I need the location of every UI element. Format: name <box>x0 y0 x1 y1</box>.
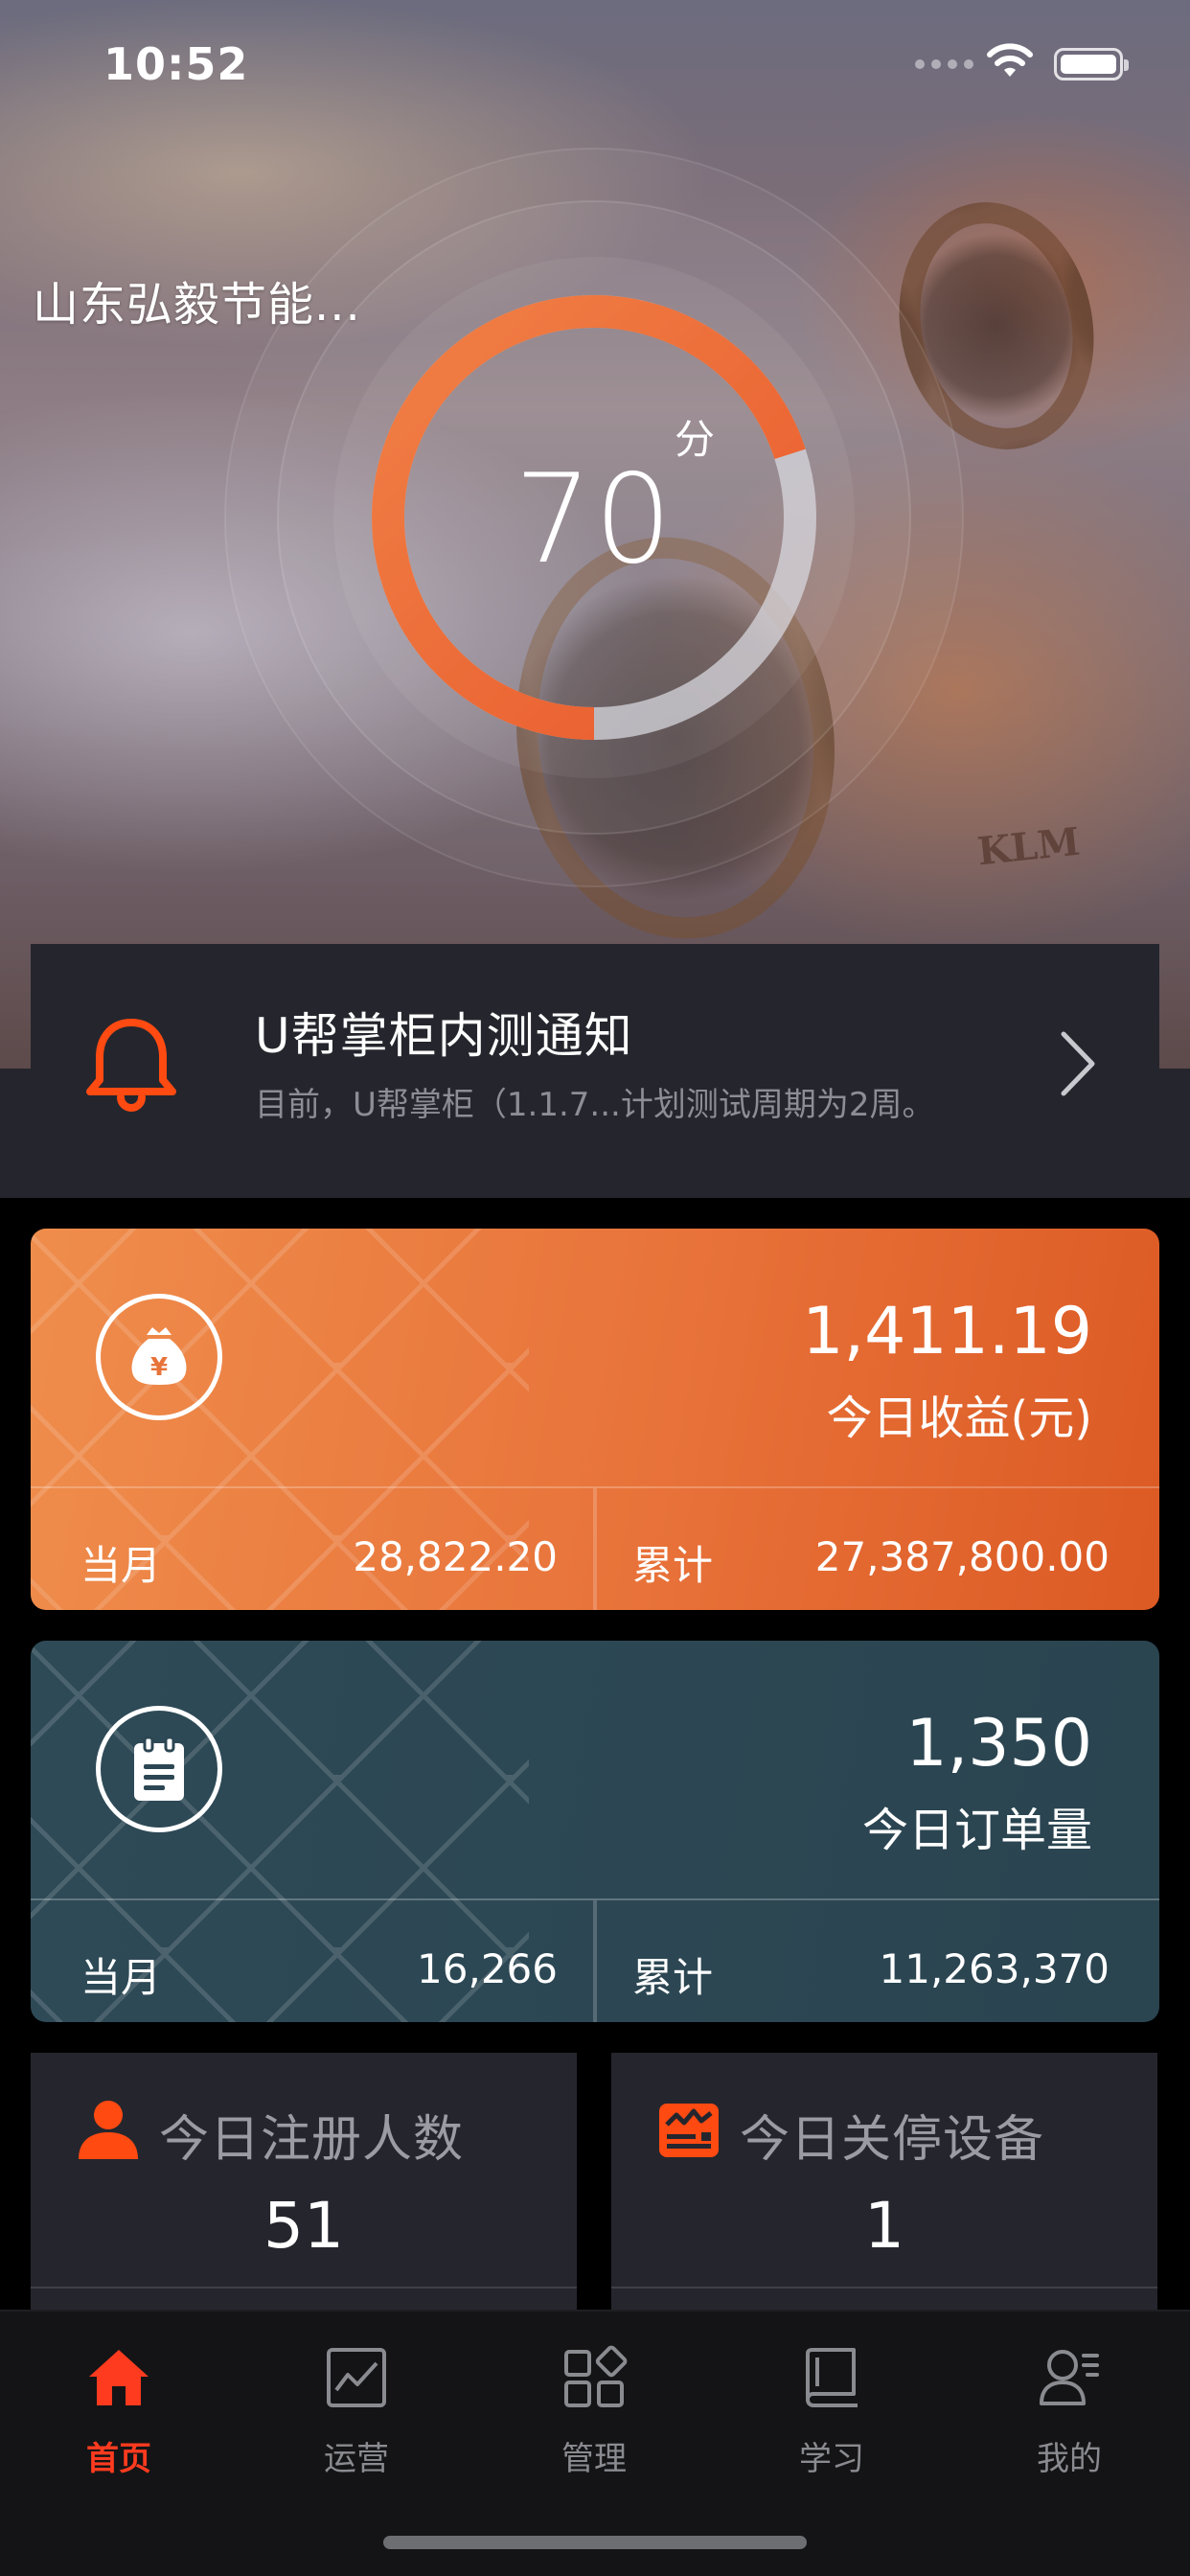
battery-icon <box>1054 48 1129 80</box>
orders-today-value: 1,350 <box>905 1706 1092 1782</box>
tab-label: 运营 <box>324 2440 389 2478</box>
status-time: 10:52 <box>103 38 249 90</box>
score-unit: 分 <box>675 416 716 463</box>
book-icon <box>806 2348 858 2407</box>
tab-management[interactable]: 管理 <box>475 2344 713 2478</box>
divider <box>593 1488 597 1610</box>
home-icon <box>89 2350 149 2405</box>
aircraft-logo: KLM <box>974 818 1083 875</box>
tab-label: 我的 <box>1037 2440 1102 2478</box>
tab-label: 学习 <box>799 2440 864 2478</box>
notice-title: U帮掌柜内测通知 <box>255 1008 633 1064</box>
tab-home[interactable]: 首页 <box>0 2344 238 2478</box>
tab-label: 管理 <box>561 2440 627 2478</box>
revenue-total-label: 累计 <box>632 1542 714 1589</box>
registrations-label: 今日注册人数 <box>159 2111 465 2169</box>
profile-icon <box>1040 2350 1099 2405</box>
grid-icon <box>564 2345 628 2407</box>
orders-total-label: 累计 <box>632 1954 714 2001</box>
tab-learning[interactable]: 学习 <box>713 2344 950 2478</box>
notice-banner[interactable]: U帮掌柜内测通知 目前，U帮掌柜（1.1.7...计划测试周期为2周。 <box>31 944 1159 1174</box>
orders-card[interactable]: 1,350 今日订单量 当月 16,266 累计 11,263,370 <box>31 1641 1159 2022</box>
tab-operations[interactable]: 运营 <box>238 2344 475 2478</box>
orders-today-label: 今日订单量 <box>861 1804 1092 1857</box>
registrations-value: 51 <box>263 2189 344 2263</box>
notice-text: 目前，U帮掌柜（1.1.7...计划测试周期为2周。 <box>255 1086 935 1124</box>
revenue-month-value: 28,822.20 <box>353 1533 558 1580</box>
revenue-card[interactable]: ¥ 1,411.19 今日收益(元) 当月 28,822.20 累计 27,38… <box>31 1229 1159 1610</box>
tab-profile[interactable]: 我的 <box>950 2344 1188 2478</box>
divider <box>31 2287 577 2288</box>
revenue-month-label: 当月 <box>80 1542 162 1589</box>
shutdown-devices-label: 今日关停设备 <box>740 2111 1045 2169</box>
score-gauge[interactable]: 70 分 <box>220 144 968 891</box>
orders-month-value: 16,266 <box>417 1945 558 1992</box>
user-icon <box>79 2101 138 2159</box>
device-alert-icon <box>659 2104 719 2157</box>
clipboard-icon <box>96 1706 222 1832</box>
home-screen: KLM 10:52 山东弘毅节能... 70 分 U帮掌柜内测通知 目前，U帮掌… <box>0 0 1190 2576</box>
svg-text:¥: ¥ <box>150 1353 168 1382</box>
orders-total-value: 11,263,370 <box>879 1945 1110 1992</box>
signal-icon <box>915 59 973 69</box>
shutdown-devices-value: 1 <box>864 2189 904 2263</box>
revenue-total-value: 27,387,800.00 <box>814 1533 1110 1580</box>
money-bag-icon: ¥ <box>96 1294 222 1420</box>
home-indicator <box>383 2536 807 2549</box>
status-bar: 10:52 <box>0 0 1190 129</box>
wifi-icon <box>987 43 1033 77</box>
score-value: 70 <box>514 448 675 591</box>
divider <box>611 2287 1157 2288</box>
revenue-today-value: 1,411.19 <box>802 1294 1092 1369</box>
shutdown-devices-card[interactable]: 今日关停设备 1 <box>611 2053 1157 2312</box>
divider <box>593 1900 597 2022</box>
tab-label: 首页 <box>86 2440 151 2478</box>
bell-icon <box>86 1019 176 1112</box>
orders-month-label: 当月 <box>80 1954 162 2001</box>
chevron-right-icon[interactable] <box>1054 1028 1102 1099</box>
revenue-today-label: 今日收益(元) <box>826 1392 1092 1445</box>
registrations-card[interactable]: 今日注册人数 51 <box>31 2053 577 2312</box>
chart-icon <box>327 2348 386 2407</box>
